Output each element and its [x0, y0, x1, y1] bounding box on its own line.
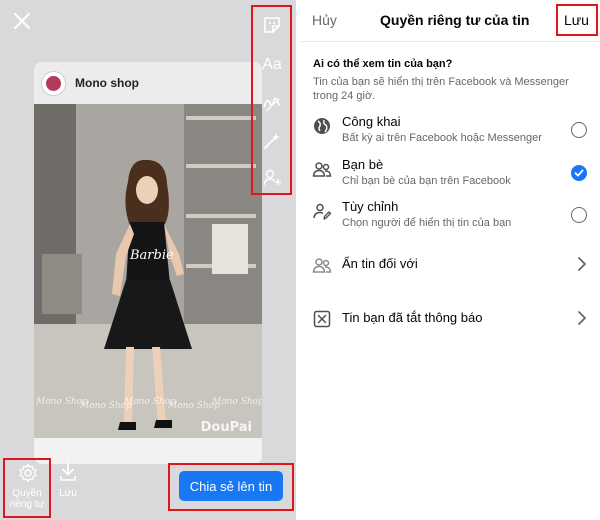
- option-subtitle: Chỉ bạn bè của bạn trên Facebook: [342, 175, 511, 187]
- privacy-label-line1: Quyền: [12, 488, 42, 499]
- share-button-frame: Chia sẻ lên tin: [168, 463, 294, 511]
- radio-friends[interactable]: [571, 165, 587, 181]
- story-privacy-panel: Hủy Quyền riêng tư của tin Lưu Ai có thể…: [300, 0, 600, 520]
- option-title: Tùy chỉnh: [342, 199, 399, 214]
- row-title: Tin bạn đã tắt thông báo: [342, 310, 483, 325]
- doupai-watermark: DouPai: [200, 420, 252, 435]
- story-preview-card: Mono shop Barbie Mono Shop Mono Shop Mon…: [34, 62, 262, 464]
- story-bottom-bar: Quyền riêng tư Lưu Chia sẻ lên tin: [0, 458, 296, 520]
- download-icon: [60, 462, 76, 481]
- scribble-icon: [263, 97, 280, 112]
- option-custom[interactable]: Tùy chỉnh Chọn người để hiển thị tin của…: [300, 199, 600, 239]
- text-tool-button[interactable]: Aa: [260, 53, 284, 77]
- friends-icon: [312, 162, 332, 177]
- privacy-label-line2: riêng tư: [9, 499, 45, 510]
- story-tools-panel: Aa: [251, 5, 292, 195]
- option-subtitle: Chọn người để hiển thị tin của bạn: [342, 217, 512, 229]
- row-title: Ẩn tin đối với: [342, 256, 418, 271]
- page-title: Quyền riêng tư của tin: [380, 12, 530, 28]
- story-header: Mono shop: [34, 62, 262, 104]
- option-subtitle: Bất kỳ ai trên Facebook hoặc Messenger: [342, 132, 542, 144]
- gear-icon: [19, 463, 37, 483]
- muted-box-icon: [313, 310, 331, 328]
- audience-description: Tin của bạn sẽ hiển thị trên Facebook và…: [313, 76, 569, 102]
- save-button[interactable]: Lưu: [564, 12, 589, 28]
- story-photo-image: Barbie Mono Shop Mono Shop Mono Shop Mon…: [34, 104, 262, 438]
- sticker-tool-button[interactable]: [260, 13, 284, 37]
- shop-avatar: [41, 71, 66, 96]
- save-story-button[interactable]: Lưu: [54, 458, 82, 508]
- sticker-icon: [264, 17, 280, 33]
- story-photo: Barbie Mono Shop Mono Shop Mono Shop Mon…: [34, 104, 262, 438]
- draw-tool-button[interactable]: [260, 91, 284, 115]
- tag-person-icon: [263, 169, 281, 186]
- story-editor: Mono shop Barbie Mono Shop Mono Shop Mon…: [0, 0, 296, 520]
- effects-tool-button[interactable]: [260, 129, 284, 153]
- hide-people-icon: [312, 258, 332, 273]
- muted-stories-row[interactable]: Tin bạn đã tắt thông báo: [300, 304, 600, 334]
- photo-watermark-text: Mono Shop: [211, 397, 262, 407]
- privacy-button[interactable]: Quyền riêng tư: [3, 458, 51, 518]
- cancel-button[interactable]: Hủy: [312, 12, 337, 28]
- magic-wand-icon: [264, 133, 280, 149]
- close-button[interactable]: [10, 9, 34, 33]
- option-friends[interactable]: Bạn bè Chỉ bạn bè của bạn trên Facebook: [300, 157, 600, 197]
- shop-name: Mono shop: [75, 76, 139, 90]
- chevron-right-icon: [578, 311, 586, 325]
- option-title: Bạn bè: [342, 157, 384, 172]
- shirt-print-text: Barbie: [129, 248, 174, 263]
- close-icon: [14, 13, 30, 29]
- privacy-label: Quyền riêng tư: [5, 488, 49, 510]
- option-title: Công khai: [342, 114, 401, 129]
- person-edit-icon: [313, 203, 332, 220]
- audience-question: Ai có thể xem tin của bạn?: [313, 58, 453, 70]
- save-story-label: Lưu: [59, 488, 77, 499]
- share-to-story-button[interactable]: Chia sẻ lên tin: [179, 471, 283, 501]
- checkmark-icon: [574, 169, 584, 177]
- hide-story-from-row[interactable]: Ẩn tin đối với: [300, 250, 600, 280]
- radio-custom[interactable]: [571, 207, 587, 223]
- privacy-top-bar: Hủy Quyền riêng tư của tin Lưu: [300, 0, 600, 42]
- chevron-right-icon: [578, 257, 586, 271]
- radio-public[interactable]: [571, 122, 587, 138]
- option-public[interactable]: Công khai Bất kỳ ai trên Facebook hoặc M…: [300, 114, 600, 154]
- save-button-frame: Lưu: [556, 4, 598, 36]
- tag-people-tool-button[interactable]: [260, 165, 284, 189]
- globe-icon: [314, 118, 330, 134]
